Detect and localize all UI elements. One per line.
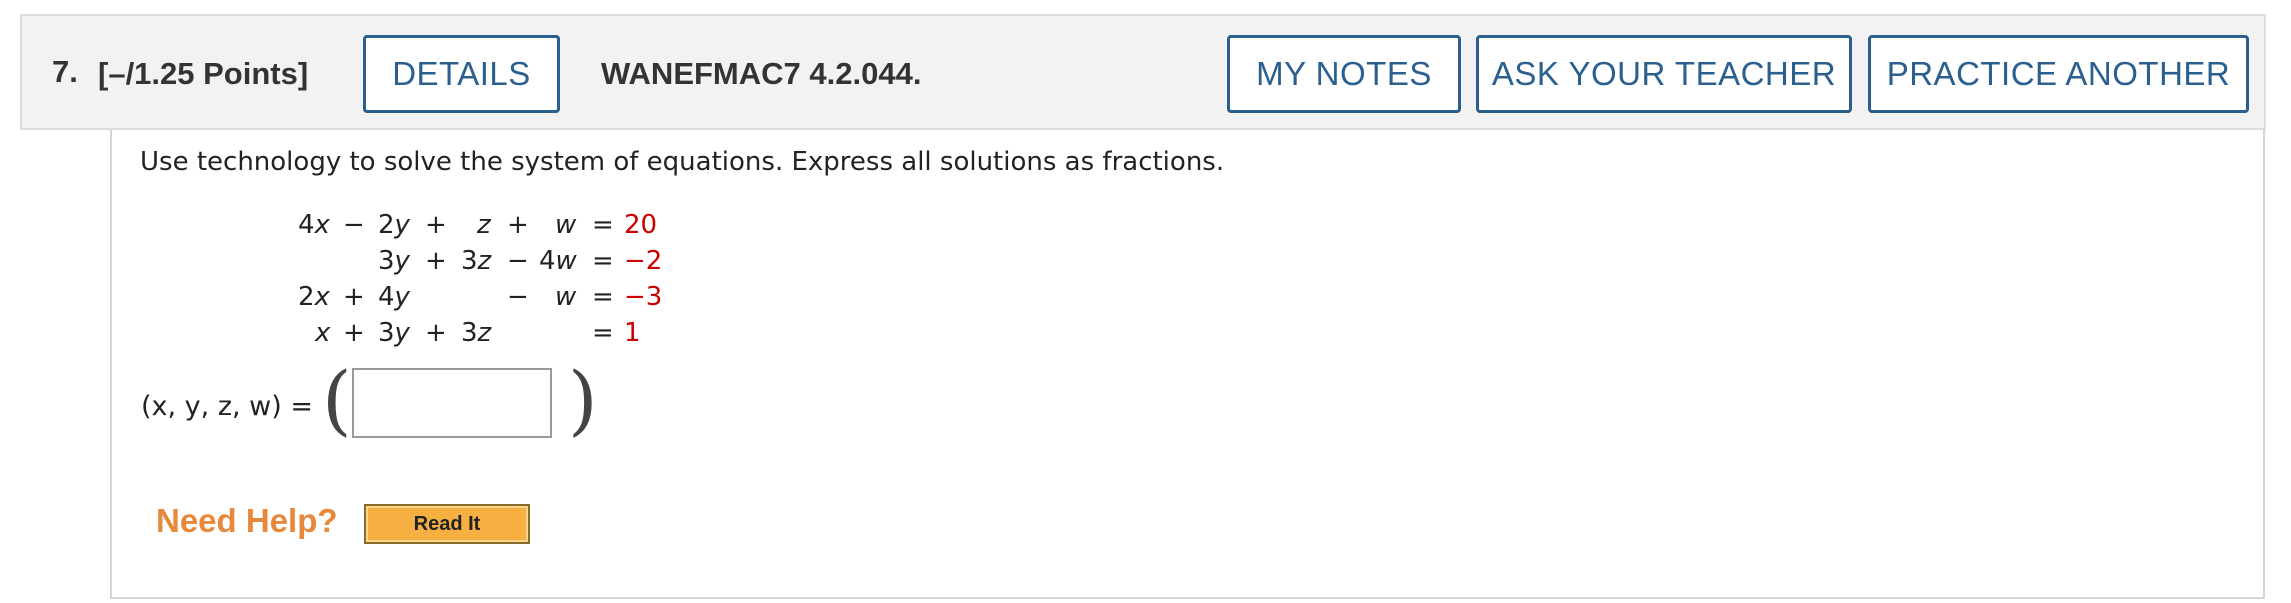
eq1-operator: + [507,210,529,240]
eq4-term-3y: 3y [378,318,410,348]
eq1-term-2y: 2y [378,210,410,240]
eq1-operator: + [425,210,447,240]
eq1-rhs: 20 [624,210,658,240]
eq3-term-w: w [555,282,577,312]
eq2-rhs: −2 [624,246,663,276]
question-number: 7. [52,54,78,89]
answer-label: (x, y, z, w) = [141,391,313,422]
question-points: [–/1.25 Points] [98,56,309,91]
eq2-term-3z: 3z [461,246,492,276]
eq3-term-2x: 2x [298,282,330,312]
eq4-equals: = [592,318,614,348]
eq1-term-z: z [477,210,491,240]
eq3-operator: − [507,282,529,312]
details-button[interactable]: DETAILS [363,35,560,113]
eq2-operator: + [425,246,447,276]
eq3-operator: + [343,282,365,312]
eq2-operator: − [507,246,529,276]
eq3-rhs: −3 [624,282,663,312]
eq1-equals: = [592,210,614,240]
eq3-equals: = [592,282,614,312]
left-paren: ( [322,355,352,444]
eq4-operator: + [425,318,447,348]
eq1-operator: − [343,210,365,240]
answer-input[interactable] [352,368,552,438]
question-instruction: Use technology to solve the system of eq… [140,147,1225,177]
eq2-term-3y: 3y [378,246,410,276]
right-paren: ) [568,355,598,444]
eq4-operator: + [343,318,365,348]
eq1-term-4x: 4x [298,210,330,240]
read-it-button[interactable]: Read It [364,504,530,544]
practice-another-button[interactable]: PRACTICE ANOTHER [1868,35,2249,113]
my-notes-button[interactable]: MY NOTES [1227,35,1461,113]
eq4-rhs: 1 [624,318,641,348]
eq2-equals: = [592,246,614,276]
eq4-term-3z: 3z [461,318,492,348]
eq2-term-4w: 4w [539,246,577,276]
eq4-term-x: x [315,318,331,348]
need-help-label: Need Help? [156,502,338,539]
eq1-term-w: w [555,210,577,240]
problem-code: WANEFMAC7 4.2.044. [601,56,922,91]
eq3-term-4y: 4y [378,282,410,312]
ask-your-teacher-button[interactable]: ASK YOUR TEACHER [1476,35,1852,113]
